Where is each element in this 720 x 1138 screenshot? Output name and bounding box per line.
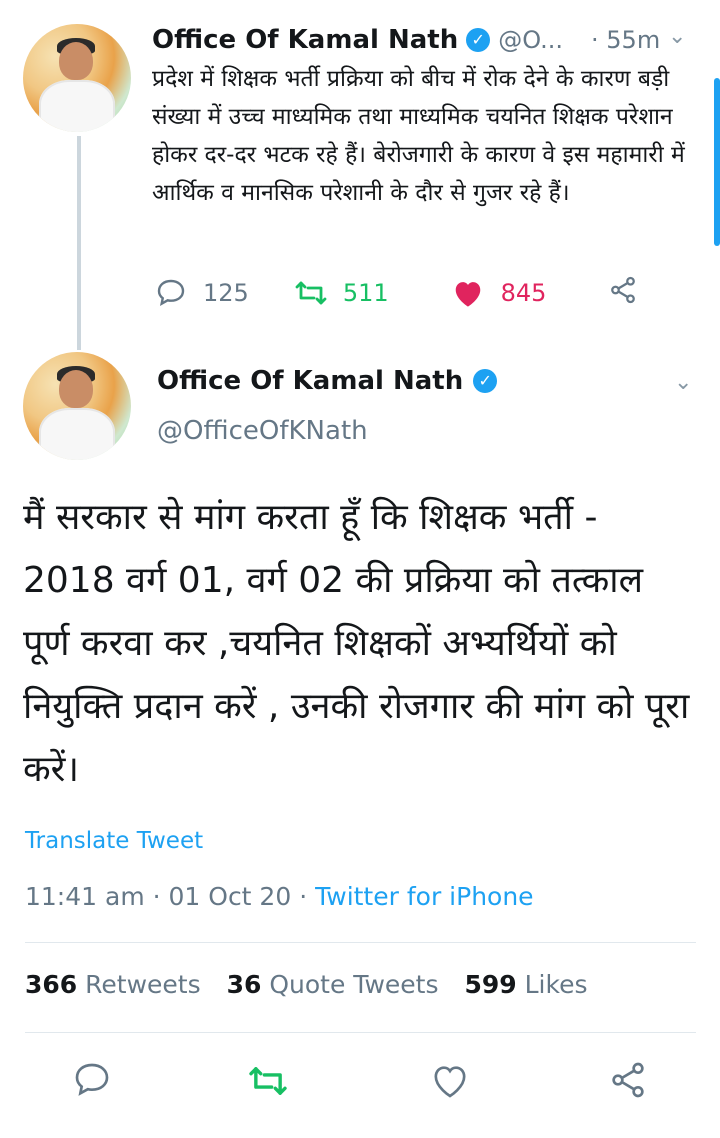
likes-stat[interactable]: 599 Likes: [464, 970, 587, 999]
author-name[interactable]: Office Of Kamal Nath: [152, 25, 458, 55]
author-handle[interactable]: @O...: [498, 26, 563, 54]
reply-action[interactable]: 125: [155, 277, 249, 309]
retweet-arrows-icon: [295, 281, 327, 305]
thread-connector-line: [77, 136, 81, 350]
retweet-button[interactable]: [248, 1064, 288, 1102]
avatar[interactable]: [23, 352, 131, 460]
share-nodes-icon: [611, 276, 636, 304]
retweet-action[interactable]: 511: [295, 279, 389, 307]
avatar-face: [59, 370, 93, 408]
share-action[interactable]: [608, 275, 638, 311]
tweet-meta: 11:41 am · 01 Oct 20 · Twitter for iPhon…: [25, 882, 534, 911]
retweets-stat[interactable]: 366 Retweets: [25, 970, 201, 999]
share-nodes-icon: [612, 1062, 644, 1098]
main-tweet-header: Office Of Kamal Nath ✓: [157, 366, 498, 396]
retweets-label: Retweets: [85, 970, 201, 999]
share-button[interactable]: [608, 1060, 648, 1104]
reply-tweet-text: प्रदेश में शिक्षक भर्ती प्रक्रिया को बीच…: [152, 66, 685, 206]
author-name[interactable]: Office Of Kamal Nath: [157, 366, 463, 396]
quote-tweets-count: 36: [226, 970, 262, 999]
likes-count: 599: [464, 970, 517, 999]
quote-tweets-stat[interactable]: 36 Quote Tweets: [227, 970, 439, 999]
tweet-source-link[interactable]: Twitter for iPhone: [315, 882, 533, 911]
avatar[interactable]: [23, 24, 131, 132]
verified-badge-icon: ✓: [473, 369, 498, 393]
translate-tweet-link[interactable]: Translate Tweet: [25, 828, 203, 854]
like-button[interactable]: [430, 1062, 470, 1104]
reply-tweet-actions: 125 511 845: [155, 274, 675, 312]
retweet-count: 511: [342, 279, 389, 307]
retweets-count: 366: [25, 970, 78, 999]
like-action[interactable]: 845: [451, 278, 547, 308]
author-handle[interactable]: @OfficeOfKNath: [157, 416, 368, 446]
quote-tweets-label: Quote Tweets: [269, 970, 439, 999]
avatar-body: [39, 80, 115, 132]
heart-icon: [455, 282, 480, 307]
reply-count: 125: [203, 279, 249, 307]
scrollbar[interactable]: [714, 78, 720, 246]
reply-button[interactable]: [72, 1060, 112, 1104]
tweet-time[interactable]: · 55m: [591, 26, 660, 54]
avatar-face: [59, 42, 93, 80]
chevron-down-icon[interactable]: ⌄: [668, 24, 686, 49]
tweet-stats: 366 Retweets 36 Quote Tweets 599 Likes: [25, 970, 588, 999]
divider: [25, 1032, 696, 1033]
reply-tweet-header: Office Of Kamal Nath ✓ @O... · 55m: [152, 20, 692, 60]
chevron-down-icon[interactable]: ⌄: [674, 370, 692, 395]
heart-icon: [434, 1066, 466, 1098]
divider: [25, 942, 696, 943]
retweet-arrows-icon: [249, 1067, 287, 1095]
comment-bubble-icon: [157, 279, 185, 306]
avatar-body: [39, 408, 115, 460]
likes-label: Likes: [524, 970, 588, 999]
like-count: 845: [500, 279, 547, 307]
comment-bubble-icon: [75, 1063, 109, 1096]
verified-badge-icon: ✓: [466, 28, 491, 52]
tweet-timestamp: 11:41 am · 01 Oct 20 ·: [25, 882, 308, 911]
main-tweet-text: मैं सरकार से मांग करता हूँ कि शिक्षक भर्…: [23, 497, 690, 790]
